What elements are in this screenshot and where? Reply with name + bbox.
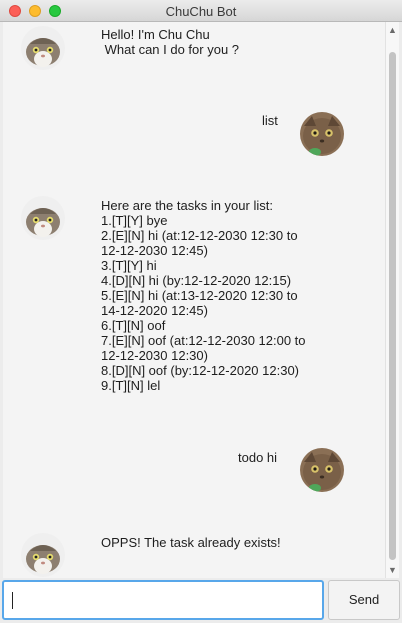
scroll-up-arrow-icon[interactable]: ▲ (386, 24, 399, 36)
vertical-scrollbar[interactable]: ▲ ▼ (385, 22, 399, 578)
bot-message: Here are the tasks in your list: 1.[T][Y… (101, 198, 306, 393)
scroll-down-arrow-icon[interactable]: ▼ (386, 564, 399, 576)
window-title: ChuChu Bot (165, 4, 237, 19)
user-avatar (300, 112, 344, 156)
title-bar: ChuChu Bot (0, 0, 402, 22)
bot-message: OPPS! The task already exists! (101, 535, 281, 550)
user-message: list (262, 113, 278, 128)
text-caret (12, 592, 13, 609)
bot-avatar (21, 26, 65, 70)
user-avatar (300, 448, 344, 492)
bot-message: Hello! I'm Chu Chu What can I do for you… (101, 27, 240, 57)
chat-dialog-area[interactable]: Hello! I'm Chu Chu What can I do for you… (3, 22, 385, 578)
bot-avatar (21, 533, 65, 577)
scrollbar-thumb[interactable] (389, 52, 396, 560)
message-input[interactable] (2, 580, 324, 620)
user-message: todo hi (238, 450, 278, 465)
send-button[interactable]: Send (328, 580, 400, 620)
bot-avatar (21, 196, 65, 240)
